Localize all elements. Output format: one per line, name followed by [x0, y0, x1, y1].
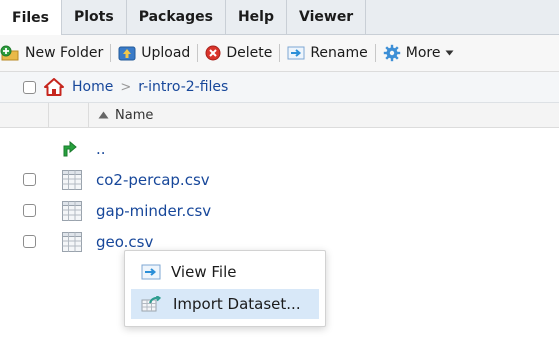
toolbar-divider	[279, 44, 281, 62]
toolbar-divider	[110, 44, 112, 62]
more-button[interactable]: More	[379, 39, 459, 67]
header-checkbox-column	[0, 103, 49, 127]
tab-viewer[interactable]: Viewer	[287, 0, 367, 34]
new-folder-icon	[0, 45, 20, 61]
list-item-parent-directory[interactable]: ..	[0, 134, 559, 164]
file-checkbox[interactable]	[23, 173, 36, 186]
view-file-icon	[141, 264, 161, 280]
breadcrumb-folder[interactable]: r-intro-2-files	[138, 79, 228, 95]
import-dataset-menu-item[interactable]: Import Dataset...	[131, 289, 319, 319]
csv-file-icon	[61, 231, 83, 253]
upload-label: Upload	[141, 45, 191, 61]
file-checkbox[interactable]	[23, 235, 36, 248]
rename-icon	[287, 45, 305, 61]
home-icon[interactable]	[44, 78, 64, 96]
tab-files[interactable]: Files	[0, 0, 62, 35]
file-list-header: Name	[0, 103, 559, 128]
parent-directory-icon	[61, 139, 81, 157]
view-file-menu-item[interactable]: View File	[131, 257, 319, 287]
files-toolbar: New Folder Upload Delete Rename More	[0, 35, 559, 72]
caret-down-icon	[445, 50, 454, 56]
import-dataset-icon	[141, 296, 163, 312]
delete-label: Delete	[226, 45, 273, 61]
breadcrumb-home[interactable]: Home	[72, 79, 113, 95]
new-folder-label: New Folder	[25, 45, 104, 61]
upload-icon	[118, 45, 136, 61]
parent-directory-link[interactable]: ..	[96, 134, 106, 164]
toolbar-divider	[374, 44, 376, 62]
name-column-header[interactable]: Name	[98, 103, 153, 127]
import-dataset-label: Import Dataset...	[173, 295, 301, 313]
pane-tabbar: Files Plots Packages Help Viewer	[0, 0, 559, 35]
file-checkbox[interactable]	[23, 204, 36, 217]
toolbar-divider	[197, 44, 199, 62]
tab-plots[interactable]: Plots	[62, 0, 127, 34]
rename-label: Rename	[310, 45, 368, 61]
delete-icon	[205, 45, 221, 61]
sort-ascending-icon	[98, 111, 109, 119]
list-item[interactable]: gap-minder.csv	[0, 196, 559, 226]
name-column-label: Name	[115, 107, 154, 123]
view-file-label: View File	[171, 263, 237, 281]
delete-button[interactable]: Delete	[201, 39, 276, 67]
context-menu: View File Import Dataset...	[124, 250, 326, 327]
breadcrumb-separator: >	[120, 79, 132, 95]
file-name-link[interactable]: co2-percap.csv	[96, 165, 210, 195]
list-item[interactable]: co2-percap.csv	[0, 165, 559, 195]
file-name-link[interactable]: gap-minder.csv	[96, 196, 211, 226]
rename-button[interactable]: Rename	[283, 39, 371, 67]
tab-packages[interactable]: Packages	[127, 0, 226, 34]
new-folder-button[interactable]: New Folder	[0, 39, 107, 67]
upload-button[interactable]: Upload	[114, 39, 194, 67]
more-label: More	[405, 45, 441, 61]
tab-help[interactable]: Help	[226, 0, 287, 34]
breadcrumb: Home > r-intro-2-files	[0, 72, 559, 103]
csv-file-icon	[61, 200, 83, 222]
select-all-checkbox[interactable]	[23, 80, 36, 94]
header-icon-column	[48, 103, 89, 127]
gear-icon	[383, 44, 401, 62]
csv-file-icon	[61, 169, 83, 191]
